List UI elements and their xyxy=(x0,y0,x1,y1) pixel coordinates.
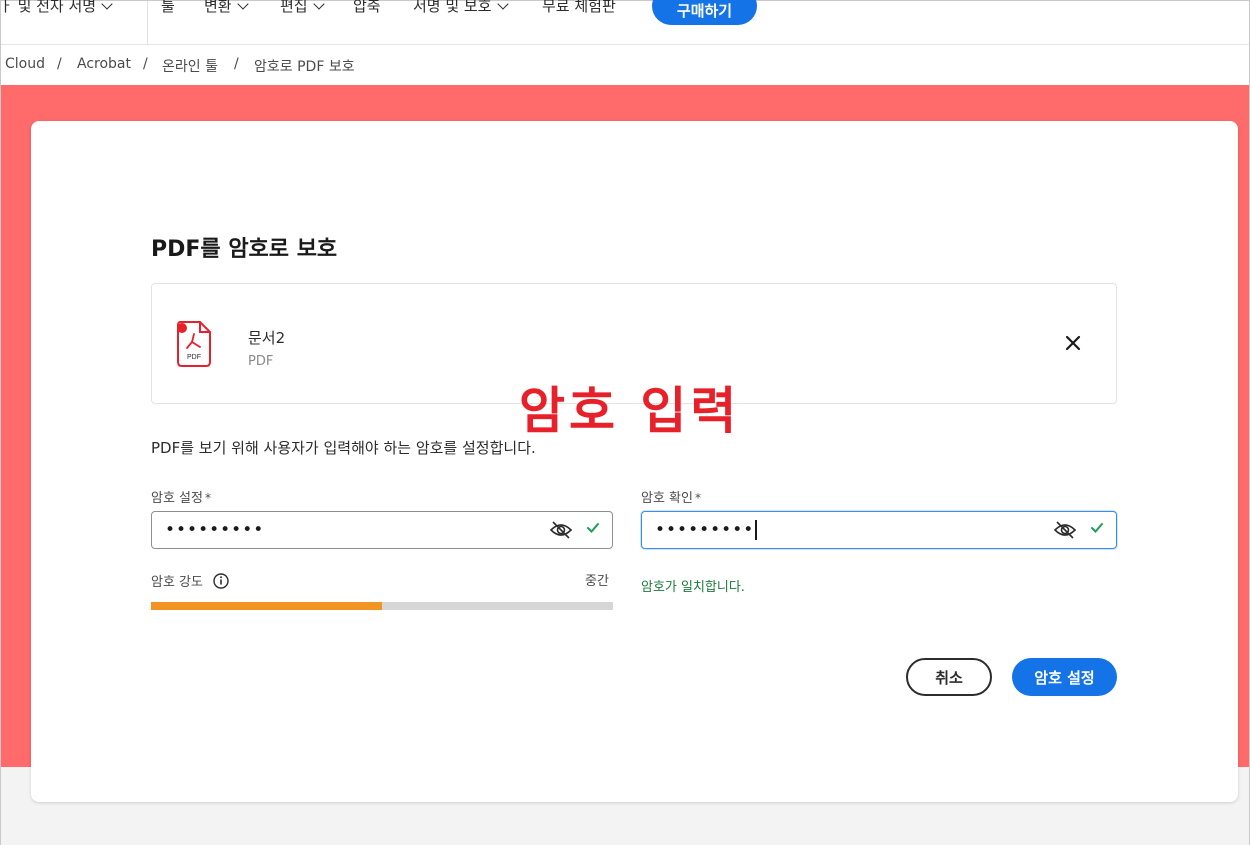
chevron-down-icon xyxy=(101,0,113,10)
file-type: PDF xyxy=(248,354,274,369)
description-text: PDF를 보기 위해 사용자가 입력해야 하는 암호를 설정합니다. xyxy=(151,439,536,457)
nav-item-edit[interactable]: 편집 xyxy=(280,0,325,16)
breadcrumb-item-acrobat[interactable]: Acrobat xyxy=(77,56,131,72)
breadcrumb-separator: / xyxy=(143,56,148,72)
chevron-down-icon xyxy=(312,0,325,10)
breadcrumb-item-current: 암호로 PDF 보호 xyxy=(254,59,355,75)
nav-item-label: 툴 xyxy=(161,0,175,15)
required-mark: * xyxy=(204,491,211,505)
nav-item-convert[interactable]: 변환 xyxy=(204,0,249,16)
strength-level: 중간 xyxy=(585,574,609,589)
nav-item-label: 변환 xyxy=(204,0,232,15)
nav-item-label: ㅏ 및 전자 서명 xyxy=(0,0,97,15)
password-input[interactable]: ••••••••• xyxy=(151,511,613,549)
nav-item-label: 서명 및 보호 xyxy=(413,0,492,15)
pdf-icon-label: PDF xyxy=(187,354,201,361)
close-icon[interactable] xyxy=(1062,332,1084,354)
strength-label: 암호 강도 xyxy=(151,571,229,590)
nav-item-pdf-esign[interactable]: ㅏ 및 전자 서명 xyxy=(0,0,113,16)
hide-password-icon[interactable] xyxy=(550,520,572,540)
nav-item-label: 압축 xyxy=(353,0,381,15)
confirm-label-text: 암호 확인 xyxy=(641,491,693,506)
nav-item-compress[interactable]: 압축 xyxy=(353,0,381,16)
hide-password-icon[interactable] xyxy=(1054,520,1076,540)
nav-item-sign-protect[interactable]: 서명 및 보호 xyxy=(413,0,509,16)
breadcrumb-separator: / xyxy=(234,56,239,72)
annotation-text: 암호 입력 xyxy=(519,382,741,440)
required-mark: * xyxy=(694,491,701,505)
breadcrumb: Cloud / Acrobat / 온라인 툴 / 암호로 PDF 보호 xyxy=(1,45,1249,85)
pdf-file-icon: PDF xyxy=(177,321,211,367)
breadcrumb-item-cloud[interactable]: Cloud xyxy=(5,56,45,72)
password-label-text: 암호 설정 xyxy=(151,491,203,506)
strength-label-text: 암호 강도 xyxy=(151,575,203,590)
text-caret xyxy=(755,520,757,540)
confirm-password-input[interactable]: ••••••••• xyxy=(641,511,1117,549)
strength-meter xyxy=(151,602,613,610)
nav-divider xyxy=(147,1,148,45)
chevron-down-icon xyxy=(496,0,509,10)
valid-check-icon xyxy=(587,523,599,533)
set-password-button[interactable]: 암호 설정 xyxy=(1012,658,1117,696)
valid-check-icon xyxy=(1091,523,1103,533)
match-message: 암호가 일치합니다. xyxy=(641,580,745,595)
buy-button[interactable]: 구매하기 xyxy=(652,0,757,25)
info-icon[interactable] xyxy=(213,572,229,589)
file-name: 문서2 xyxy=(248,329,286,347)
password-value: ••••••••• xyxy=(165,520,265,540)
cancel-button[interactable]: 취소 xyxy=(906,658,992,696)
nav-item-label: 무료 체험판 xyxy=(542,0,616,15)
page-title: PDF를 암호로 보호 xyxy=(151,237,338,262)
strength-meter-fill xyxy=(151,602,382,610)
chevron-down-icon xyxy=(236,0,249,10)
confirm-label: 암호 확인 * xyxy=(641,487,701,506)
password-label: 암호 설정 * xyxy=(151,487,211,506)
breadcrumb-item-online-tools[interactable]: 온라인 툴 xyxy=(162,56,218,76)
breadcrumb-separator: / xyxy=(57,56,62,72)
confirm-value-text: ••••••••• xyxy=(655,520,755,540)
top-navigation: ㅏ 및 전자 서명 툴 변환 편집 압축 서명 및 보호 무료 체험판 구매하기 xyxy=(0,0,1249,45)
protect-pdf-card: PDF를 암호로 보호 PDF 문서2 PDF 암호 입력 PDF를 보기 위해… xyxy=(31,121,1238,802)
nav-item-free-trial[interactable]: 무료 체험판 xyxy=(542,0,616,16)
confirm-value: ••••••••• xyxy=(655,520,757,540)
nav-item-label: 편집 xyxy=(280,0,308,15)
nav-item-tools[interactable]: 툴 xyxy=(161,0,175,16)
